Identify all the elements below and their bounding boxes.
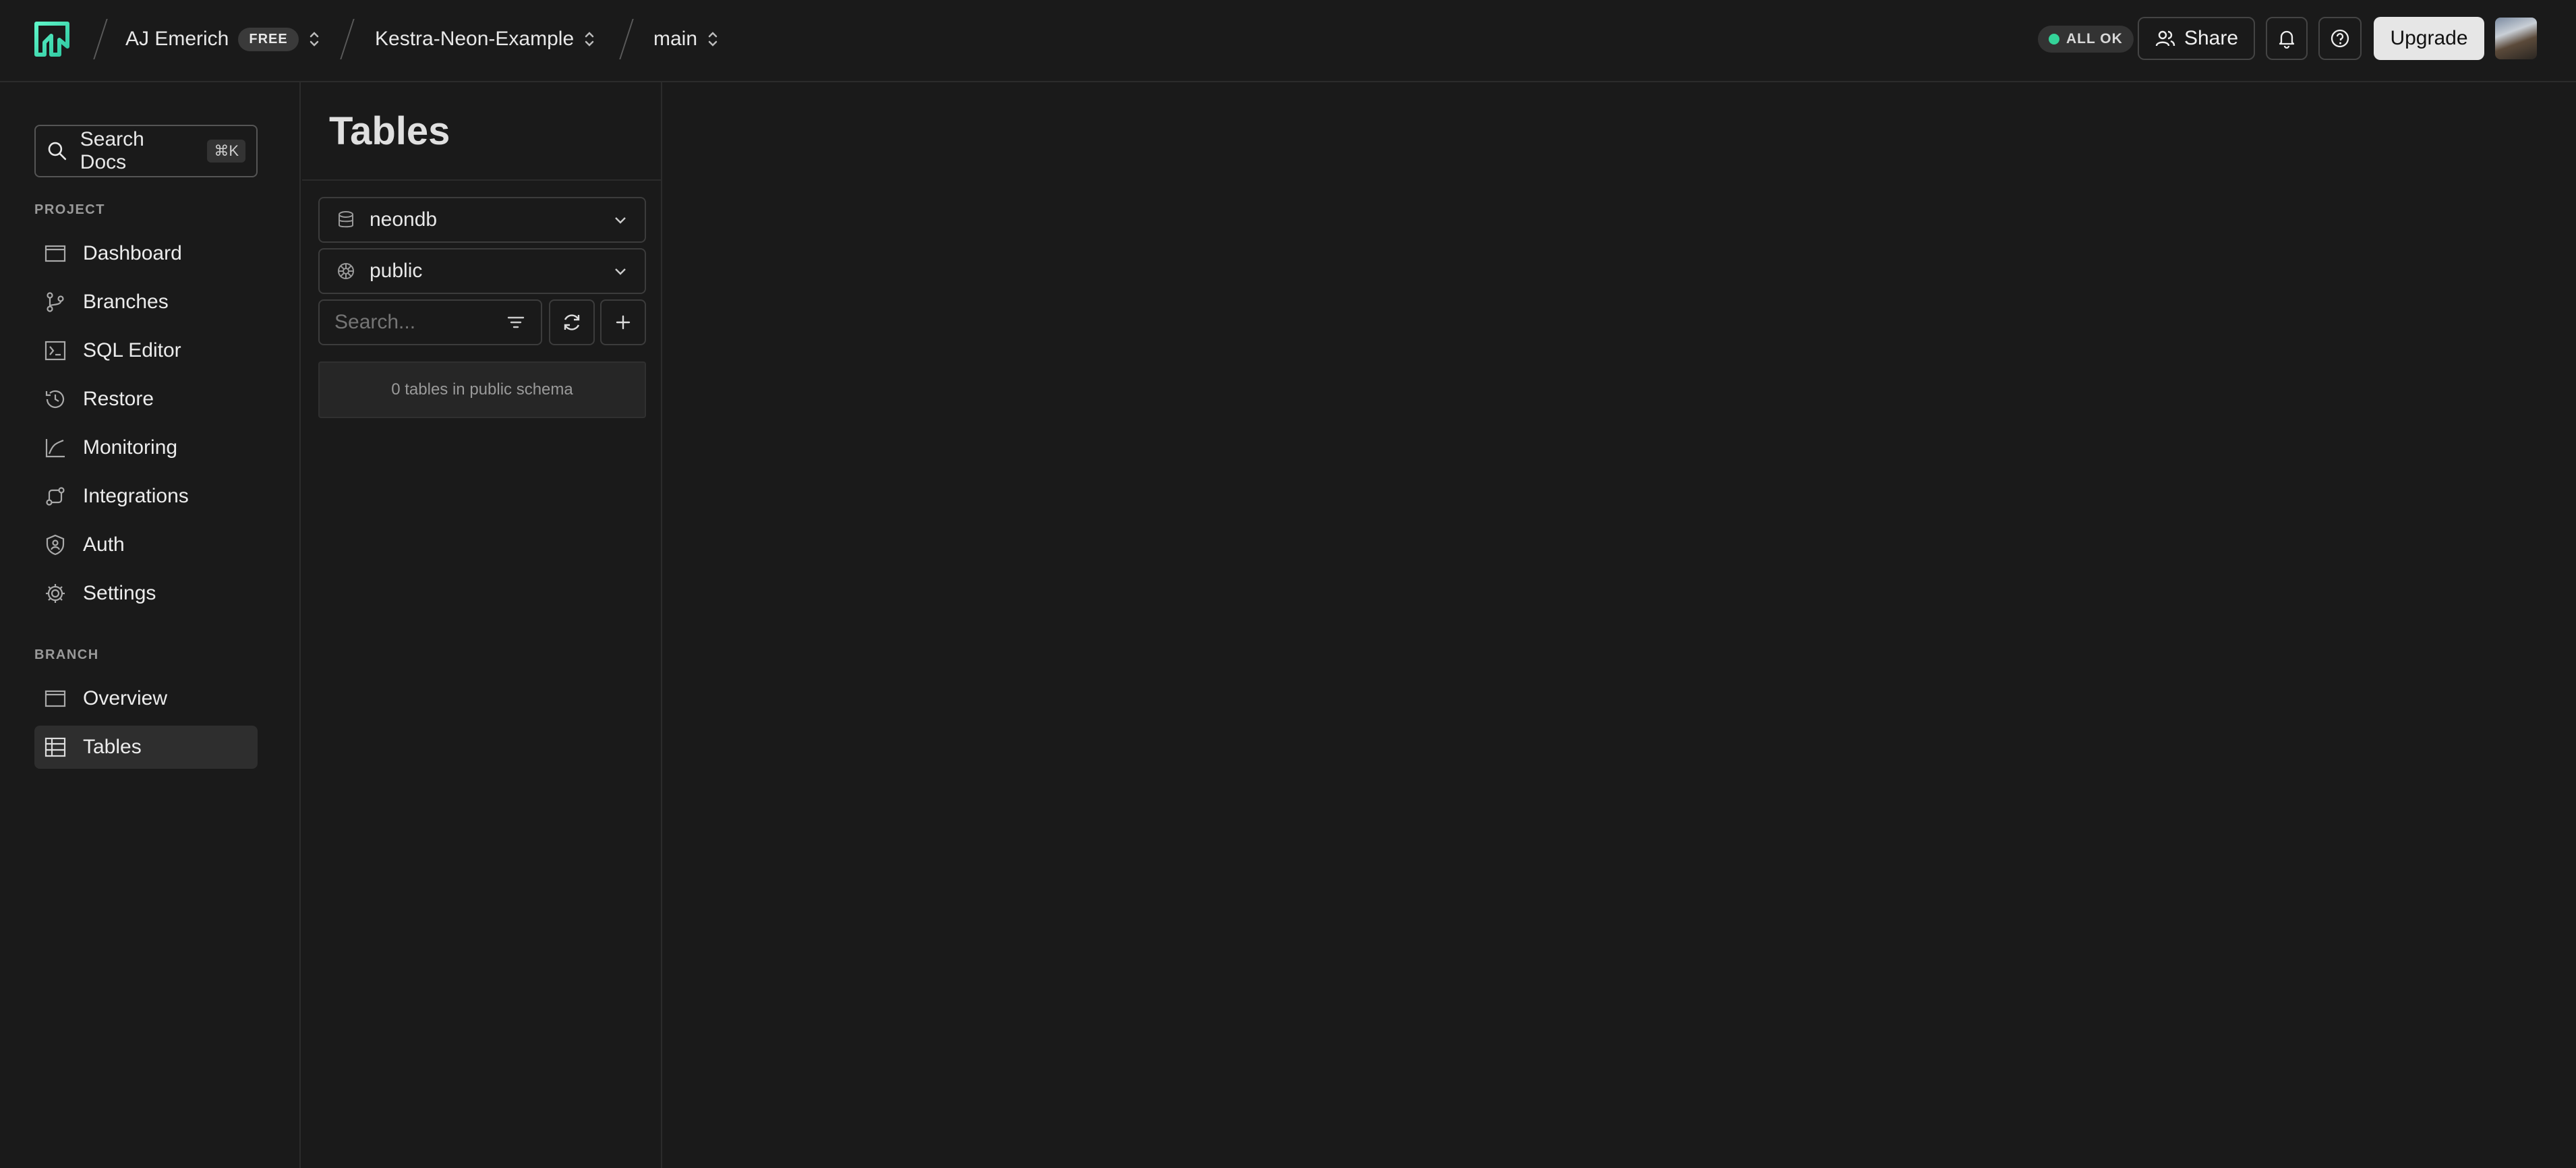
users-icon xyxy=(2155,30,2175,47)
section-label-branch: BRANCH xyxy=(34,647,99,662)
sidebar-item-label: SQL Editor xyxy=(83,339,181,361)
section-label-project: PROJECT xyxy=(34,202,105,217)
database-select-value: neondb xyxy=(370,208,438,231)
search-docs-button[interactable]: Search Docs ⌘K xyxy=(34,125,258,177)
help-button[interactable] xyxy=(2318,17,2362,60)
breadcrumb-separator xyxy=(93,19,108,59)
sidebar-item-label: Overview xyxy=(83,687,168,709)
chevron-down-icon xyxy=(615,217,626,224)
breadcrumb-separator xyxy=(619,19,634,59)
bell-icon xyxy=(2279,30,2295,49)
breadcrumb-separator xyxy=(340,19,355,59)
sidebar-item-dashboard[interactable]: Dashboard xyxy=(34,232,258,275)
sidebar-item-label: Monitoring xyxy=(83,436,178,459)
plan-badge: FREE xyxy=(238,27,299,51)
sidebar-item-integrations[interactable]: Integrations xyxy=(34,475,258,518)
sql-editor-icon xyxy=(45,341,66,361)
branches-icon xyxy=(47,292,64,312)
database-icon xyxy=(339,211,353,228)
share-button[interactable]: Share xyxy=(2138,17,2255,60)
sidebar-item-label: Restore xyxy=(83,388,154,410)
chevron-up-down-icon xyxy=(708,32,718,47)
org-switcher[interactable]: AJ Emerich FREE xyxy=(125,20,320,58)
sidebar-item-sql-editor[interactable]: SQL Editor xyxy=(34,329,258,372)
monitoring-icon xyxy=(45,439,65,458)
sidebar-item-branches[interactable]: Branches xyxy=(34,281,258,324)
chevron-down-icon xyxy=(615,268,626,275)
panel-header: Tables xyxy=(302,82,661,181)
project-switcher[interactable]: Kestra-Neon-Example xyxy=(375,20,595,58)
sidebar-item-restore[interactable]: Restore xyxy=(34,378,258,421)
neon-logo-icon[interactable] xyxy=(32,20,71,59)
plus-icon xyxy=(616,315,631,330)
integrations-icon xyxy=(46,487,65,506)
main-content xyxy=(664,82,2576,1168)
sidebar-item-monitoring[interactable]: Monitoring xyxy=(34,426,258,469)
sidebar-item-auth[interactable]: Auth xyxy=(34,523,258,566)
avatar[interactable] xyxy=(2495,18,2537,59)
schema-select[interactable]: public xyxy=(318,248,646,294)
project-name: Kestra-Neon-Example xyxy=(375,28,575,50)
database-select[interactable]: neondb xyxy=(318,197,646,243)
sidebar-item-label: Integrations xyxy=(83,485,189,507)
refresh-button[interactable] xyxy=(549,299,595,345)
overview-icon xyxy=(45,690,66,707)
sidebar-item-overview[interactable]: Overview xyxy=(34,677,258,720)
schema-icon xyxy=(338,263,354,279)
search-icon xyxy=(48,142,67,160)
chevron-up-down-icon xyxy=(585,32,594,47)
org-name: AJ Emerich xyxy=(125,28,229,50)
share-label: Share xyxy=(2184,27,2239,49)
table-search-field[interactable] xyxy=(318,299,542,345)
help-icon xyxy=(2331,29,2349,48)
search-input[interactable] xyxy=(334,311,490,334)
shortcut-hint: ⌘K xyxy=(207,140,245,163)
tables-panel: Tables neondb public Search... 0 tables … xyxy=(302,82,662,1168)
sidebar: Search Docs ⌘K PROJECT Dashboard Branche… xyxy=(0,82,301,1168)
search-docs-label: Search Docs xyxy=(80,128,144,173)
dashboard-icon xyxy=(45,245,66,262)
gear-icon xyxy=(46,584,65,603)
tables-icon xyxy=(45,737,66,757)
status-badge[interactable]: ALL OK xyxy=(2038,26,2134,53)
branch-switcher[interactable]: main xyxy=(653,20,719,58)
sidebar-item-label: Branches xyxy=(83,291,169,313)
refresh-icon xyxy=(564,314,580,330)
restore-icon xyxy=(45,390,65,408)
sidebar-item-label: Dashboard xyxy=(83,242,182,264)
page-title: Tables xyxy=(329,109,450,153)
add-table-button[interactable] xyxy=(600,299,646,345)
status-dot-icon xyxy=(2049,34,2059,45)
chevron-up-down-icon xyxy=(310,32,318,47)
sidebar-item-label: Settings xyxy=(83,582,156,604)
auth-icon xyxy=(46,534,65,556)
schema-select-value: public xyxy=(370,260,423,282)
sidebar-item-label: Tables xyxy=(83,736,142,758)
sidebar-item-tables[interactable]: Tables xyxy=(34,726,258,769)
sidebar-item-label: Auth xyxy=(83,533,125,556)
top-bar: AJ Emerich FREE Kestra-Neon-Example main… xyxy=(0,0,2576,82)
notifications-button[interactable] xyxy=(2266,17,2308,60)
upgrade-button[interactable]: Upgrade xyxy=(2374,17,2484,60)
empty-state-message: 0 tables in public schema xyxy=(391,380,573,399)
filter-icon[interactable] xyxy=(506,312,526,332)
empty-state: 0 tables in public schema xyxy=(318,361,646,418)
branch-name: main xyxy=(653,28,698,50)
sidebar-item-settings[interactable]: Settings xyxy=(34,572,258,615)
status-label: ALL OK xyxy=(2066,31,2123,47)
